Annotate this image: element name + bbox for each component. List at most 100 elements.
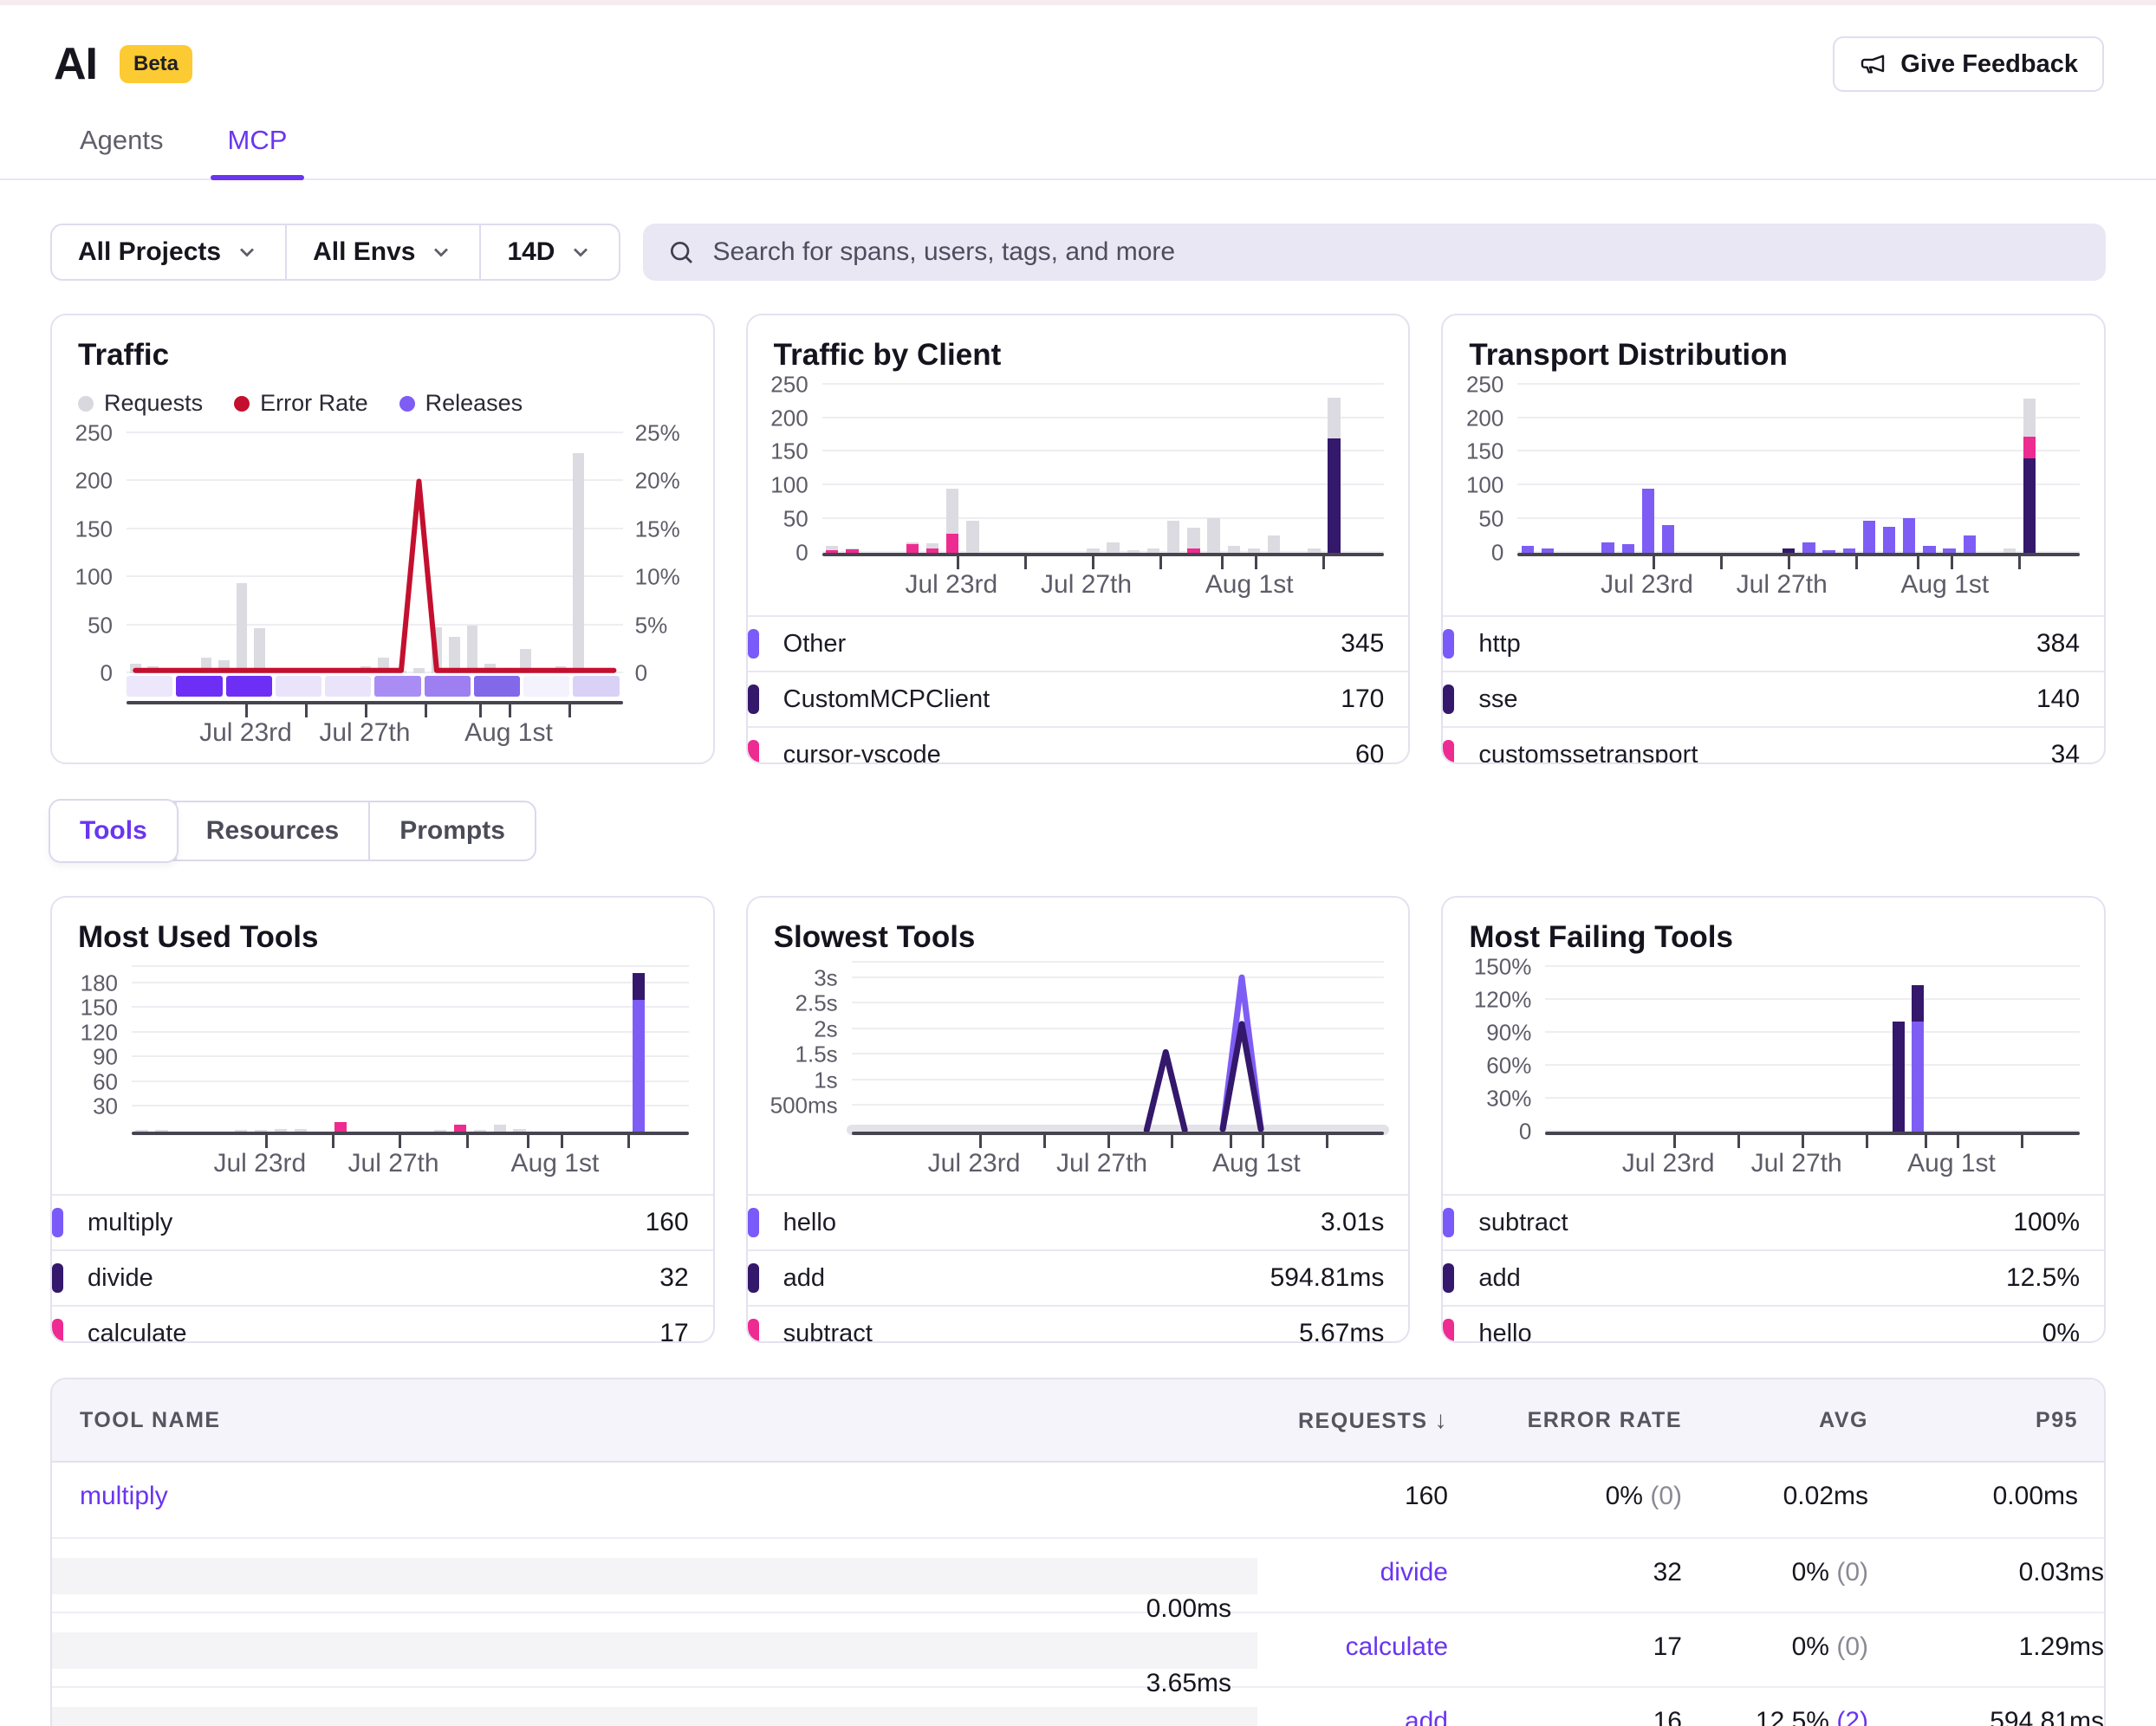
most-failing-tools-chart: 030%60%90%120%150%Jul 23rdJul 27thAug 1s… [1450,960,2087,1185]
series-value: 34 [2051,740,2104,764]
slowest-tools-chart: 500ms1s1.5s2s2.5s3sJul 23rdJul 27thAug 1… [755,960,1392,1185]
legend-row[interactable]: customssetransport 34 [1443,726,2104,764]
legend-row[interactable]: subtract5.67ms [748,1305,1409,1343]
requests-cell: 160 [1257,1482,1448,1537]
legend-row[interactable]: hello 0% [1443,1305,2104,1343]
series-value: 170 [1341,685,1408,714]
column-header-p95[interactable]: P95 [1868,1408,2104,1433]
card-title: Slowest Tools [748,920,1409,955]
transport-distribution-chart: 050100150200250Jul 23rdJul 27thAug 1st [1450,378,2087,607]
legend-row[interactable]: add594.81ms [748,1249,1409,1305]
row-strip [52,1707,1257,1726]
tool-link[interactable]: calculate [1346,1632,1448,1661]
project-filter-label: All Projects [78,237,221,267]
date-range-filter[interactable]: 14D [479,225,619,279]
series-color-chip [52,1319,63,1343]
table-row[interactable]: divide320% (0)0.03ms0.00ms [52,1537,2104,1612]
client-legend-list: Other 345 CustomMCPClient 170 cursor-vscode6… [748,615,1409,764]
series-name: Other [783,630,847,659]
legend-row[interactable]: hello3.01s [748,1194,1409,1249]
sort-descending-icon: ↓ [1435,1406,1449,1433]
entity-subtabs: ToolsResourcesPrompts [50,801,536,861]
most-used-tools-chart: 306090120150180Jul 23rdJul 27thAug 1st [59,960,696,1185]
column-header-error-rate[interactable]: ERROR RATE [1448,1408,1682,1433]
subtab-resources[interactable]: Resources [175,802,368,860]
legend-item[interactable]: Releases [399,390,523,417]
series-name: CustomMCPClient [783,685,990,714]
subtab-prompts[interactable]: Prompts [368,802,535,860]
series-name: add [783,1264,825,1293]
legend-row[interactable]: subtract100% [1443,1194,2104,1249]
tool-link[interactable]: add [1405,1707,1448,1726]
legend-label: Error Rate [260,390,368,417]
give-feedback-button[interactable]: Give Feedback [1833,36,2104,92]
brand: AI Beta [54,38,192,90]
legend-label: Releases [425,390,523,417]
legend-item[interactable]: Requests [78,390,203,417]
tab-mcp[interactable]: MCP [228,125,288,178]
release-bands [127,676,623,697]
series-name: multiply [88,1209,172,1237]
series-value: 140 [2036,685,2104,714]
subtab-tools[interactable]: Tools [50,801,177,861]
series-color-chip [748,685,759,714]
avg-cell: 1.29ms [1868,1632,2104,1669]
tool-link[interactable]: divide [1380,1558,1448,1586]
most-used-legend-list: multiply160divide32calculate17 [52,1194,713,1343]
search-bar[interactable] [643,224,2106,281]
legend-label: Requests [104,390,203,417]
search-icon [667,238,695,266]
legend-row[interactable]: http384 [1443,615,2104,671]
search-input[interactable] [712,237,2081,267]
p95-cell: 0.00ms [1868,1482,2104,1537]
most-used-tools-card: Most Used Tools 306090120150180Jul 23rdJ… [50,896,715,1343]
series-color-chip [52,1263,63,1293]
legend-row[interactable]: sse140 [1443,671,2104,726]
series-color-chip [1443,1208,1454,1237]
series-name: customssetransport [1478,741,1698,765]
series-value: 12.5% [2006,1263,2104,1293]
primary-tabs: Agents MCP [0,125,2156,180]
series-color-chip [748,629,759,659]
card-title: Traffic [52,338,713,373]
card-title: Most Used Tools [52,920,713,955]
beta-badge: Beta [120,45,192,83]
traffic-by-client-chart: 050100150200250Jul 23rdJul 27thAug 1st [755,378,1392,607]
series-color-chip [1443,629,1454,659]
series-color-chip [1443,1319,1454,1343]
legend-row[interactable]: divide32 [52,1249,713,1305]
traffic-legend: Requests Error Rate Releases [52,390,713,417]
env-filter[interactable]: All Envs [285,225,479,279]
legend-row[interactable]: add 12.5% [1443,1249,2104,1305]
legend-row[interactable]: Other 345 [748,615,1409,671]
tool-link[interactable]: multiply [80,1482,168,1510]
env-filter-label: All Envs [313,237,415,267]
project-filter[interactable]: All Projects [52,225,285,279]
requests-cell: 32 [1448,1558,1682,1594]
series-value: 0% [2042,1319,2104,1343]
series-name: hello [1478,1320,1531,1344]
legend-row[interactable]: cursor-vscode60 [748,726,1409,764]
legend-row[interactable]: calculate17 [52,1305,713,1343]
column-header-tool-name[interactable]: TOOL NAME [52,1408,1257,1433]
series-name: add [1478,1264,1520,1293]
series-value: 345 [1341,629,1408,659]
requests-cell: 17 [1448,1632,1682,1669]
series-color-chip [1443,1263,1454,1293]
error-rate-cell: 0% (0) [1682,1632,1868,1669]
legend-row[interactable]: multiply160 [52,1194,713,1249]
card-title: Most Failing Tools [1443,920,2104,955]
column-header-avg[interactable]: AVG [1682,1408,1868,1433]
tools-cards-row: Most Used Tools 306090120150180Jul 23rdJ… [50,896,2106,1343]
traffic-chart: 05010015020025005%10%15%20%25%Jul 23rdJu… [59,424,696,755]
tab-agents[interactable]: Agents [80,125,164,178]
series-name: cursor-vscode [783,741,941,765]
table-row[interactable]: multiply1600% (0)0.02ms0.00ms [52,1463,2104,1537]
column-header-requests[interactable]: REQUESTS↓ [1257,1406,1448,1434]
traffic-by-client-card: Traffic by Client 050100150200250Jul 23r… [746,314,1411,764]
filter-row: All Projects All Envs 14D [50,224,2106,281]
table-header: TOOL NAMEREQUESTS↓ERROR RATEAVGP95 [52,1379,2104,1463]
avg-cell: 594.81ms [1868,1707,2104,1726]
legend-row[interactable]: CustomMCPClient 170 [748,671,1409,726]
legend-item[interactable]: Error Rate [234,390,368,417]
